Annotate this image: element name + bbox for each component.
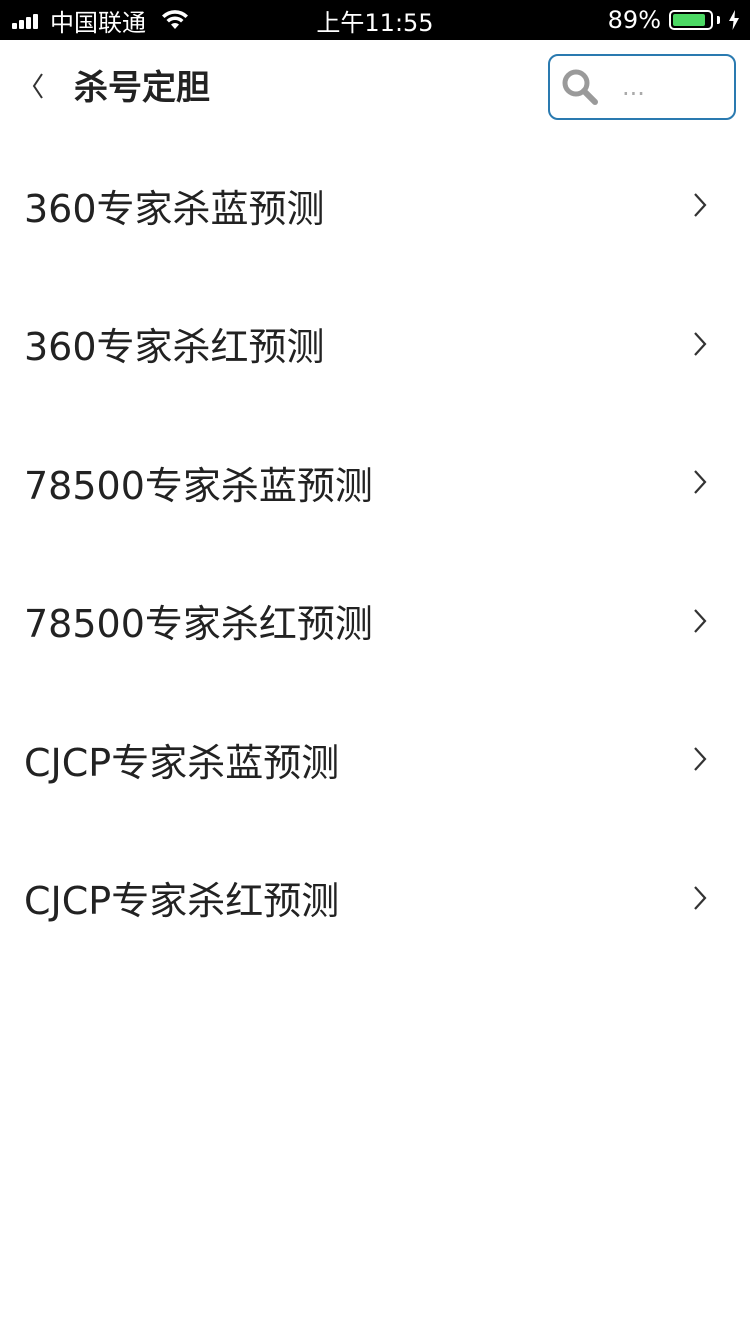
list-item-78500-kill-blue[interactable]: 78500专家杀蓝预测 [0,413,750,552]
list-item-label: 360专家杀红预测 [24,325,325,370]
list-item-label: CJCP专家杀红预测 [24,879,340,924]
battery-icon [669,10,713,30]
status-right: 89% [608,0,740,40]
signal-icon [12,11,40,29]
chevron-right-icon [694,886,707,910]
status-bar: 中国联通 上午11:55 89% [0,0,750,40]
list-item-78500-kill-red[interactable]: 78500专家杀红预测 [0,552,750,691]
chevron-right-icon [694,747,707,771]
status-left: 中国联通 [12,0,190,40]
search-icon [562,69,598,105]
status-time: 上午11:55 [316,8,434,37]
battery-percent: 89% [607,6,661,34]
battery-cap [717,16,720,24]
list-item-cjcp-kill-blue[interactable]: CJCP专家杀蓝预测 [0,690,750,829]
list-item-label: CJCP专家杀蓝预测 [24,740,340,785]
wifi-icon [162,10,188,29]
chevron-left-icon [32,73,43,99]
nav-bar: 杀号定胆 [0,40,750,136]
battery-fill [673,14,705,26]
list-item-label: 78500专家杀红预测 [24,602,373,647]
list-item-360-kill-blue[interactable]: 360专家杀蓝预测 [0,136,750,275]
charging-bolt-icon [729,10,739,30]
list-item-360-kill-red[interactable]: 360专家杀红预测 [0,275,750,414]
carrier-name: 中国联通 [50,8,146,37]
list-item-label: 78500专家杀蓝预测 [24,463,373,508]
chevron-right-icon [694,609,707,633]
page-title: 杀号定胆 [74,68,210,108]
chevron-right-icon [694,470,707,494]
search-input[interactable] [620,72,724,102]
chevron-right-icon [694,193,707,217]
prediction-list: 360专家杀蓝预测 360专家杀红预测 78500专家杀蓝预测 78500专家杀… [0,136,750,967]
chevron-right-icon [694,332,707,356]
list-item-cjcp-kill-red[interactable]: CJCP专家杀红预测 [0,829,750,968]
list-item-label: 360专家杀蓝预测 [24,186,325,231]
search-box[interactable] [548,54,736,120]
back-button[interactable] [20,66,56,106]
